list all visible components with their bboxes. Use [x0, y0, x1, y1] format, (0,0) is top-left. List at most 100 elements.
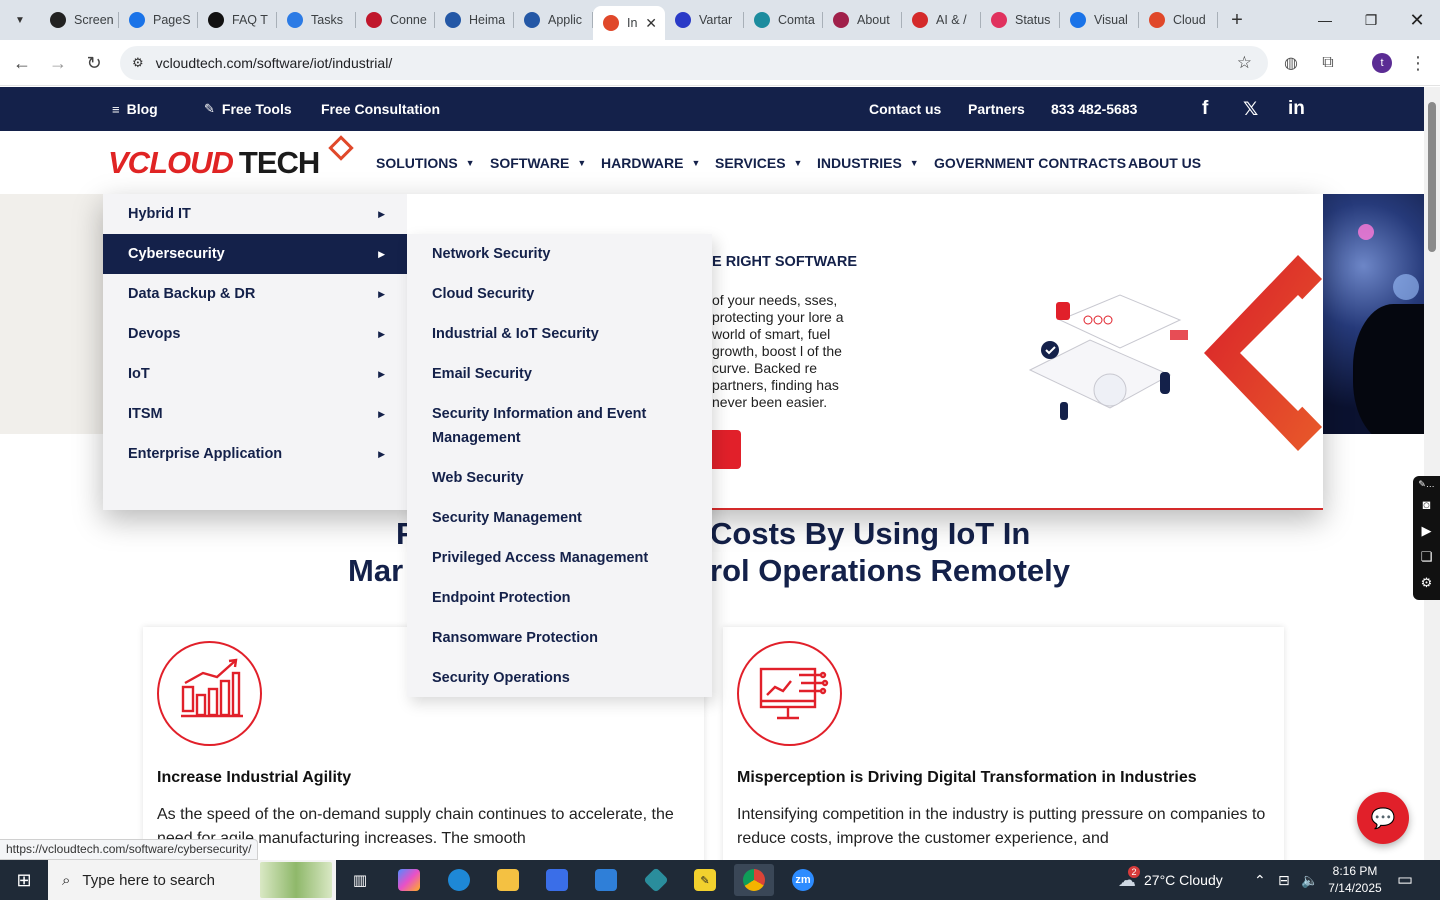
browser-tab[interactable]: Screen: [40, 0, 119, 40]
back-button[interactable]: ←: [4, 45, 40, 81]
notifications-icon[interactable]: ▭: [1397, 860, 1413, 900]
browser-tab[interactable]: Visual: [1060, 0, 1139, 40]
browser-tab[interactable]: Vartar: [665, 0, 744, 40]
submenu-item-security-operations[interactable]: Security Operations: [432, 666, 692, 690]
submenu-item-email-security[interactable]: Email Security: [432, 362, 692, 386]
translate-icon[interactable]: ◍: [1276, 48, 1306, 78]
menu-item-cybersecurity[interactable]: Cybersecurity ▶: [103, 234, 407, 274]
menu-item-label: Cybersecurity: [128, 246, 225, 262]
camera-icon[interactable]: ◙: [1413, 492, 1440, 518]
browser-tab[interactable]: Tasks: [277, 0, 356, 40]
store-icon[interactable]: [537, 864, 577, 896]
page-scrollbar[interactable]: [1424, 87, 1440, 860]
minimize-button[interactable]: —: [1302, 0, 1348, 40]
tab-label: About: [857, 13, 890, 27]
browser-tab[interactable]: Cloud: [1139, 0, 1218, 40]
nav-hardware[interactable]: HARDWARE ▼: [601, 131, 700, 194]
nav-industries[interactable]: INDUSTRIES ▼: [817, 131, 919, 194]
menu-item-enterprise-application[interactable]: Enterprise Application ▶: [103, 434, 407, 474]
nav-government-contracts[interactable]: GOVERNMENT CONTRACTS: [934, 131, 1126, 194]
taskbar-search-box[interactable]: ⌕ Type here to search: [48, 860, 336, 900]
nav-about-us[interactable]: ABOUT US: [1128, 131, 1201, 194]
network-icon[interactable]: ⊟: [1278, 860, 1290, 900]
facebook-icon[interactable]: f: [1202, 87, 1208, 131]
free-tools-link[interactable]: ✎ Free Tools: [204, 87, 292, 131]
linkedin-icon[interactable]: in: [1288, 87, 1305, 131]
app-diamond-icon[interactable]: [636, 864, 676, 896]
volume-icon[interactable]: 🔈: [1301, 860, 1318, 900]
submenu-item-privileged-access-management[interactable]: Privileged Access Management: [432, 546, 692, 570]
profile-avatar[interactable]: t: [1367, 48, 1397, 78]
submenu-item-endpoint-protection[interactable]: Endpoint Protection: [432, 586, 692, 610]
menu-kebab-icon[interactable]: ⋮: [1403, 48, 1433, 78]
file-explorer-icon[interactable]: [488, 864, 528, 896]
submenu-item-network-security[interactable]: Network Security: [432, 242, 692, 266]
contact-us-link[interactable]: Contact us: [869, 87, 941, 131]
video-icon[interactable]: ▶: [1413, 518, 1440, 544]
nav-software[interactable]: SOFTWARE ▼: [490, 131, 586, 194]
submenu-item-security-information-and-event-management[interactable]: Security Information and Event Managemen…: [432, 402, 692, 450]
close-window-button[interactable]: ✕: [1394, 0, 1440, 40]
browser-tab[interactable]: PageS: [119, 0, 198, 40]
edge-icon[interactable]: [439, 864, 479, 896]
browser-tab[interactable]: FAQ T: [198, 0, 277, 40]
menu-item-hybrid-it[interactable]: Hybrid IT ▶: [103, 194, 407, 234]
gear-icon[interactable]: ⚙: [1413, 570, 1440, 596]
menu-item-itsm[interactable]: ITSM ▶: [103, 394, 407, 434]
partners-link[interactable]: Partners: [968, 87, 1025, 131]
nav-solutions[interactable]: SOLUTIONS ▼: [376, 131, 475, 194]
monitor-circuit-icon: [737, 641, 842, 746]
system-clock[interactable]: 8:16 PM 7/14/2025: [1320, 863, 1390, 897]
maximize-button[interactable]: ❐: [1348, 0, 1394, 40]
submenu-item-web-security[interactable]: Web Security: [432, 466, 692, 490]
address-bar[interactable]: ⚙ vcloudtech.com/software/iot/industrial…: [120, 46, 1268, 80]
phone-link[interactable]: 833 482-5683: [1051, 87, 1137, 131]
free-consultation-link[interactable]: Free Consultation: [321, 87, 440, 131]
browser-tab[interactable]: In ✕: [593, 6, 665, 40]
browser-tab[interactable]: Applic: [514, 0, 593, 40]
chat-bubble-button[interactable]: 💬: [1357, 792, 1409, 844]
tab-search-button[interactable]: ▼: [6, 6, 34, 34]
pen-icon[interactable]: ✎…: [1413, 476, 1440, 492]
menu-item-iot[interactable]: IoT ▶: [103, 354, 407, 394]
reload-button[interactable]: ↻: [76, 45, 112, 81]
task-view-icon[interactable]: ▥: [340, 864, 380, 896]
submenu-item-cloud-security[interactable]: Cloud Security: [432, 282, 692, 306]
zoom-icon[interactable]: zm: [783, 864, 823, 896]
browser-tab[interactable]: AI & /: [902, 0, 981, 40]
nav-services[interactable]: SERVICES ▼: [715, 131, 802, 194]
submenu-item-ransomware-protection[interactable]: Ransomware Protection: [432, 626, 692, 650]
browser-tab[interactable]: About: [823, 0, 902, 40]
sticky-notes-icon[interactable]: ✎: [685, 864, 725, 896]
new-tab-button[interactable]: +: [1222, 9, 1252, 32]
extensions-icon[interactable]: ⧉: [1313, 48, 1343, 78]
blog-link[interactable]: ≡ Blog: [112, 87, 158, 131]
submenu-item-security-management[interactable]: Security Management: [432, 506, 692, 530]
browser-tab[interactable]: Conne: [356, 0, 435, 40]
vcloud-diamond-icon: [912, 12, 928, 28]
browser-tab[interactable]: Status: [981, 0, 1060, 40]
menu-item-devops[interactable]: Devops ▶: [103, 314, 407, 354]
forward-button[interactable]: →: [40, 45, 76, 81]
tab-close-icon[interactable]: ✕: [645, 15, 657, 32]
mail-icon[interactable]: [586, 864, 626, 896]
copilot-icon[interactable]: [389, 864, 429, 896]
site-info-icon[interactable]: ⚙: [132, 55, 144, 71]
chevron-up-icon[interactable]: ⌃: [1254, 860, 1266, 900]
browser-tab[interactable]: Heima: [435, 0, 514, 40]
caret-right-icon: ▶: [378, 208, 385, 219]
hero-cta-button[interactable]: [712, 430, 741, 469]
weather-widget[interactable]: ☁ 2 27°C Cloudy: [1118, 860, 1223, 900]
bookmark-star-icon[interactable]: ☆: [1237, 53, 1252, 73]
windows-start-button[interactable]: ⊞: [0, 860, 48, 900]
layers-icon[interactable]: ❏: [1413, 544, 1440, 570]
card-title: Misperception is Driving Digital Transfo…: [737, 769, 1197, 786]
chrome-icon[interactable]: [734, 864, 774, 896]
submenu-item-industrial-iot-security[interactable]: Industrial & IoT Security: [432, 322, 692, 346]
menu-item-data-backup-dr[interactable]: Data Backup & DR ▶: [103, 274, 407, 314]
browser-tab[interactable]: Comta: [744, 0, 823, 40]
scrollbar-thumb[interactable]: [1428, 102, 1436, 252]
menu-item-label: Data Backup & DR: [128, 286, 256, 302]
vcloud-tech-logo[interactable]: VCLOUD TECH: [108, 135, 354, 183]
x-twitter-icon[interactable]: 𝕏: [1243, 87, 1258, 131]
